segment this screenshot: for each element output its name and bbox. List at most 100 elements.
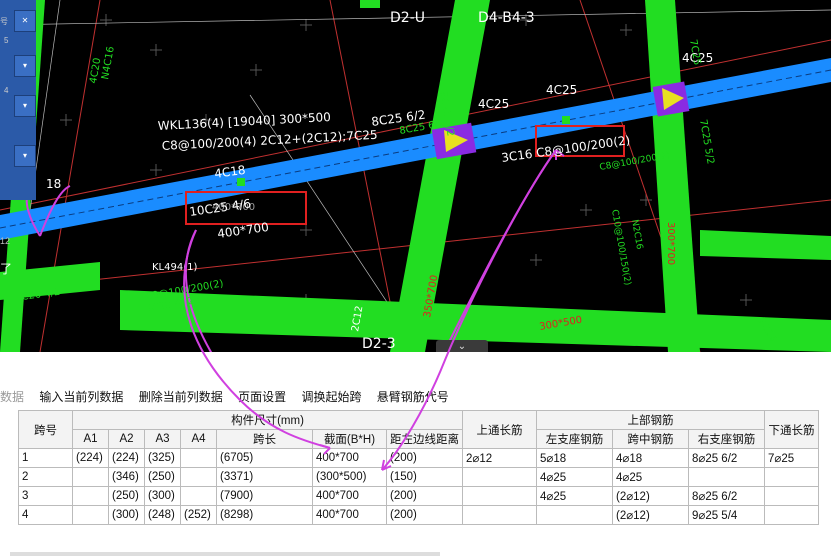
cell[interactable]: (150) (386, 467, 463, 487)
cell[interactable]: (200) (386, 505, 463, 525)
cell[interactable]: (2⌀12) (612, 505, 689, 525)
header-bottom-through: 下通长筋 (764, 410, 819, 449)
cell[interactable]: (6705) (216, 448, 313, 468)
cell[interactable] (72, 467, 109, 487)
cell[interactable]: (200) (386, 448, 463, 468)
cell[interactable]: 9⌀25 5/4 (688, 505, 765, 525)
cell[interactable] (764, 467, 819, 487)
header-mid-span: 跨中钢筋 (612, 429, 689, 449)
svg-text:C10@100/150(2): C10@100/150(2) (609, 209, 632, 286)
dropdown-arrow-icon[interactable]: ▾ (14, 55, 36, 77)
cell[interactable]: 4⌀25 (536, 486, 613, 506)
cell[interactable]: (2⌀12) (612, 486, 689, 506)
cell[interactable]: (3371) (216, 467, 313, 487)
rebar-label: 400*700 (212, 202, 255, 213)
rebar-label: KL494(1) (152, 262, 197, 273)
cell[interactable] (688, 467, 765, 487)
left-side-panel: ✕ ▾ ▾ ▾ 号 5 4 (0, 0, 36, 200)
cell[interactable]: 2 (18, 467, 73, 487)
cell[interactable]: 4 (18, 505, 73, 525)
grid-label: D2-U (390, 10, 425, 26)
cell[interactable] (536, 505, 613, 525)
cell[interactable]: 8⌀25 6/2 (688, 448, 765, 468)
cell[interactable]: (224) (108, 448, 145, 468)
toolbar-item-page-setup[interactable]: 页面设置 (238, 388, 286, 405)
beam-annotation-line2: C8@100/200(4) 2C12+(2C12);7C25 (161, 128, 377, 153)
header-a4: A4 (180, 429, 217, 449)
cell[interactable]: (248) (144, 505, 181, 525)
beam-edit-panel: 数据 输入当前列数据 删除当前列数据 页面设置 调换起始跨 悬臂钢筋代号 跨号 … (0, 352, 831, 557)
cell[interactable]: 7⌀25 (764, 448, 819, 468)
cell[interactable] (462, 467, 537, 487)
rebar-label: 4C25 (546, 83, 577, 97)
cell[interactable]: (8298) (216, 505, 313, 525)
panel-text: 5 (4, 36, 9, 45)
cell[interactable]: (300) (144, 486, 181, 506)
cell[interactable]: 4⌀25 (612, 467, 689, 487)
rebar-label: 4C25 (478, 97, 509, 111)
cell[interactable]: 1 (18, 448, 73, 468)
table-row[interactable]: 3 (250) (300) (7900) 400*700 (200) 4⌀25 … (18, 486, 819, 506)
cell[interactable] (764, 486, 819, 506)
table-row[interactable]: 2 (346) (250) (3371) (300*500) (150) 4⌀2… (18, 467, 819, 487)
cell[interactable]: (325) (144, 448, 181, 468)
cell[interactable]: 3 (18, 486, 73, 506)
panel-text: 号 (0, 17, 8, 26)
cell[interactable] (764, 505, 819, 525)
table-toolbar: 数据 输入当前列数据 删除当前列数据 页面设置 调换起始跨 悬臂钢筋代号 (0, 388, 461, 408)
dropdown-arrow-icon[interactable]: ▾ (14, 145, 36, 167)
header-span-no: 跨号 (18, 410, 73, 449)
panel-text: 12 (0, 236, 11, 246)
collapse-panel-button[interactable]: ⌄ (436, 340, 488, 352)
header-a2: A2 (108, 429, 145, 449)
table-row[interactable]: 4 (300) (248) (252) (8298) 400*700 (200)… (18, 505, 819, 525)
cell[interactable]: 4⌀25 (536, 467, 613, 487)
cell[interactable]: (250) (108, 486, 145, 506)
cad-drawing-canvas[interactable]: D2-U D4-B4-3 D2-3 WKL136(4) [19040] 300*… (0, 0, 831, 352)
cell[interactable]: 8⌀25 6/2 (688, 486, 765, 506)
header-member-size: 构件尺寸(mm) (72, 410, 463, 430)
svg-text:7C25 5/2: 7C25 5/2 (697, 119, 716, 166)
rebar-label: N4C16 (100, 46, 117, 81)
cell[interactable]: 400*700 (312, 448, 387, 468)
panel-close-icon[interactable]: ✕ (14, 10, 36, 32)
cell[interactable]: 2⌀12 (462, 448, 537, 468)
header-section: 截面(B*H) (312, 429, 387, 449)
cell[interactable]: 400*700 (312, 505, 387, 525)
cell[interactable] (180, 467, 217, 487)
cell[interactable]: 400*700 (312, 486, 387, 506)
cell[interactable]: (224) (72, 448, 109, 468)
beam-span-table: 跨号 构件尺寸(mm) 上通长筋 上部钢筋 下通长筋 A1 A2 A3 A4 跨… (18, 410, 819, 525)
header-span-length: 跨长 (216, 429, 313, 449)
beam-annotation-line1: WKL136(4) [19040] 300*500 (157, 110, 331, 133)
cell[interactable] (462, 505, 537, 525)
cell[interactable]: (7900) (216, 486, 313, 506)
svg-text:N2C16: N2C16 (629, 219, 644, 251)
horizontal-scrollbar[interactable] (10, 552, 440, 556)
header-a1: A1 (72, 429, 109, 449)
cell[interactable]: 4⌀18 (612, 448, 689, 468)
cell[interactable]: (300) (108, 505, 145, 525)
toolbar-item-data[interactable]: 数据 (0, 388, 24, 405)
cell[interactable] (72, 486, 109, 506)
toolbar-item-input-column[interactable]: 输入当前列数据 (39, 388, 123, 405)
cell[interactable] (180, 448, 217, 468)
cell[interactable] (180, 486, 217, 506)
cell[interactable]: (346) (108, 467, 145, 487)
cell[interactable] (72, 505, 109, 525)
panel-text: 4 (4, 86, 9, 95)
cell[interactable]: (252) (180, 505, 217, 525)
rebar-label: 18 (46, 177, 61, 191)
toolbar-item-delete-column[interactable]: 删除当前列数据 (139, 388, 223, 405)
toolbar-item-cantilever-code[interactable]: 悬臂钢筋代号 (377, 388, 449, 405)
cell[interactable]: 5⌀18 (536, 448, 613, 468)
dropdown-arrow-icon[interactable]: ▾ (14, 95, 36, 117)
cell[interactable]: (200) (386, 486, 463, 506)
cell[interactable]: (300*500) (312, 467, 387, 487)
toolbar-item-swap-start-span[interactable]: 调换起始跨 (301, 388, 361, 405)
table-row[interactable]: 1 (224) (224) (325) (6705) 400*700 (200)… (18, 448, 819, 468)
cell[interactable]: (250) (144, 467, 181, 487)
cell[interactable] (462, 486, 537, 506)
header-right-support: 右支座钢筋 (688, 429, 765, 449)
grid-label: D4-B4-3 (478, 10, 535, 26)
